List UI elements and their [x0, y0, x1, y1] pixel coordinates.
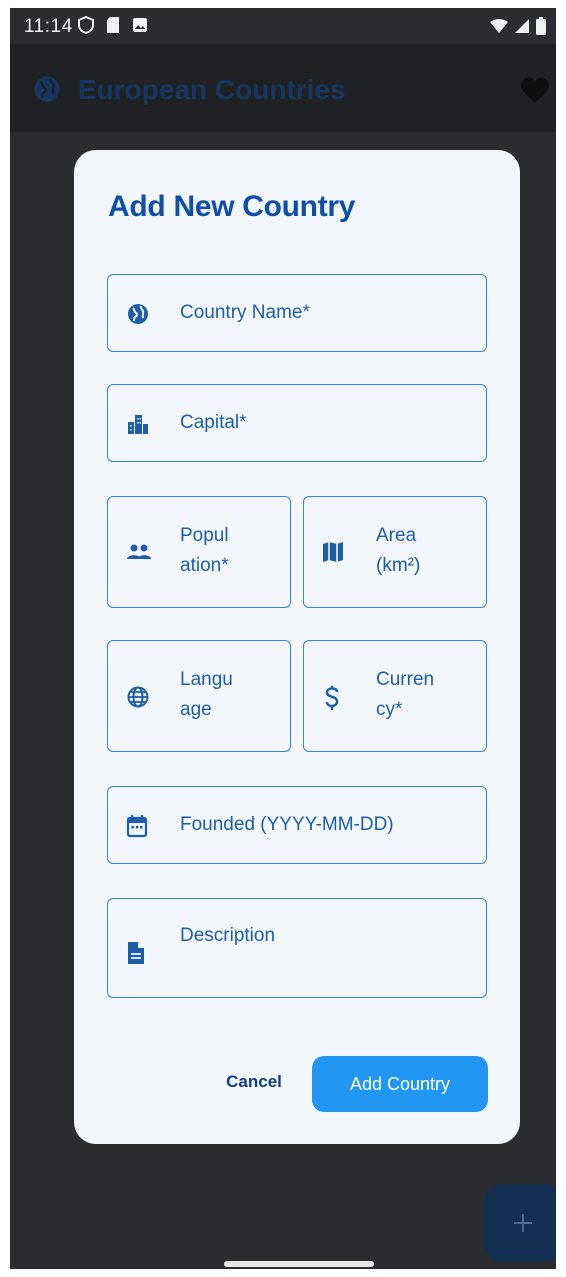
add-country-dialog: Add New Country Country Name* Capital* P… [74, 150, 520, 1144]
language-globe-icon [127, 686, 149, 708]
area-field[interactable]: Area (km²) [303, 496, 487, 608]
description-field[interactable]: Description [107, 898, 487, 998]
status-bar: 11:14 [10, 8, 556, 44]
language-field[interactable]: Langu age [107, 640, 291, 752]
globe-icon [128, 304, 148, 324]
wifi-icon [490, 19, 508, 33]
population-label: Popul ation* [180, 525, 229, 576]
people-icon [127, 544, 151, 559]
plus-icon [514, 1214, 532, 1232]
add-country-button[interactable]: Add Country [312, 1056, 488, 1112]
capital-field[interactable]: Capital* [107, 384, 487, 462]
globe-icon [34, 76, 60, 102]
population-field[interactable]: Popul ation* [107, 496, 291, 608]
sd-card-icon [107, 17, 119, 33]
app-bar: European Countries [10, 44, 556, 132]
shield-icon [78, 16, 94, 34]
battery-icon [536, 17, 546, 35]
language-label: Langu age [180, 669, 233, 720]
app-title: European Countries [78, 74, 346, 105]
capital-label: Capital* [180, 412, 247, 433]
dialog-title: Add New Country [108, 190, 356, 223]
add-fab[interactable] [484, 1184, 556, 1262]
favorites-heart-icon[interactable] [520, 76, 550, 104]
city-icon [128, 415, 148, 434]
signal-icon [515, 19, 529, 33]
map-icon [323, 542, 343, 562]
description-label: Description [180, 925, 276, 946]
status-time: 11:14 [24, 16, 73, 37]
area-label: Area (km²) [376, 525, 421, 576]
country-name-label: Country Name* [180, 302, 310, 323]
founded-date-field[interactable]: Founded (YYYY-MM-DD) [107, 786, 487, 864]
country-name-field[interactable]: Country Name* [107, 274, 487, 352]
screen: 11:14 European Countries Add New Country… [10, 8, 556, 1269]
cancel-button[interactable]: Cancel [214, 1062, 294, 1102]
currency-field[interactable]: Curren cy* [303, 640, 487, 752]
document-icon [128, 942, 144, 964]
founded-date-label: Founded (YYYY-MM-DD) [180, 814, 394, 835]
dollar-icon [325, 686, 339, 710]
gesture-nav-handle[interactable] [224, 1261, 374, 1267]
image-icon [133, 18, 147, 32]
currency-label: Curren cy* [376, 669, 435, 720]
calendar-icon [126, 815, 148, 838]
